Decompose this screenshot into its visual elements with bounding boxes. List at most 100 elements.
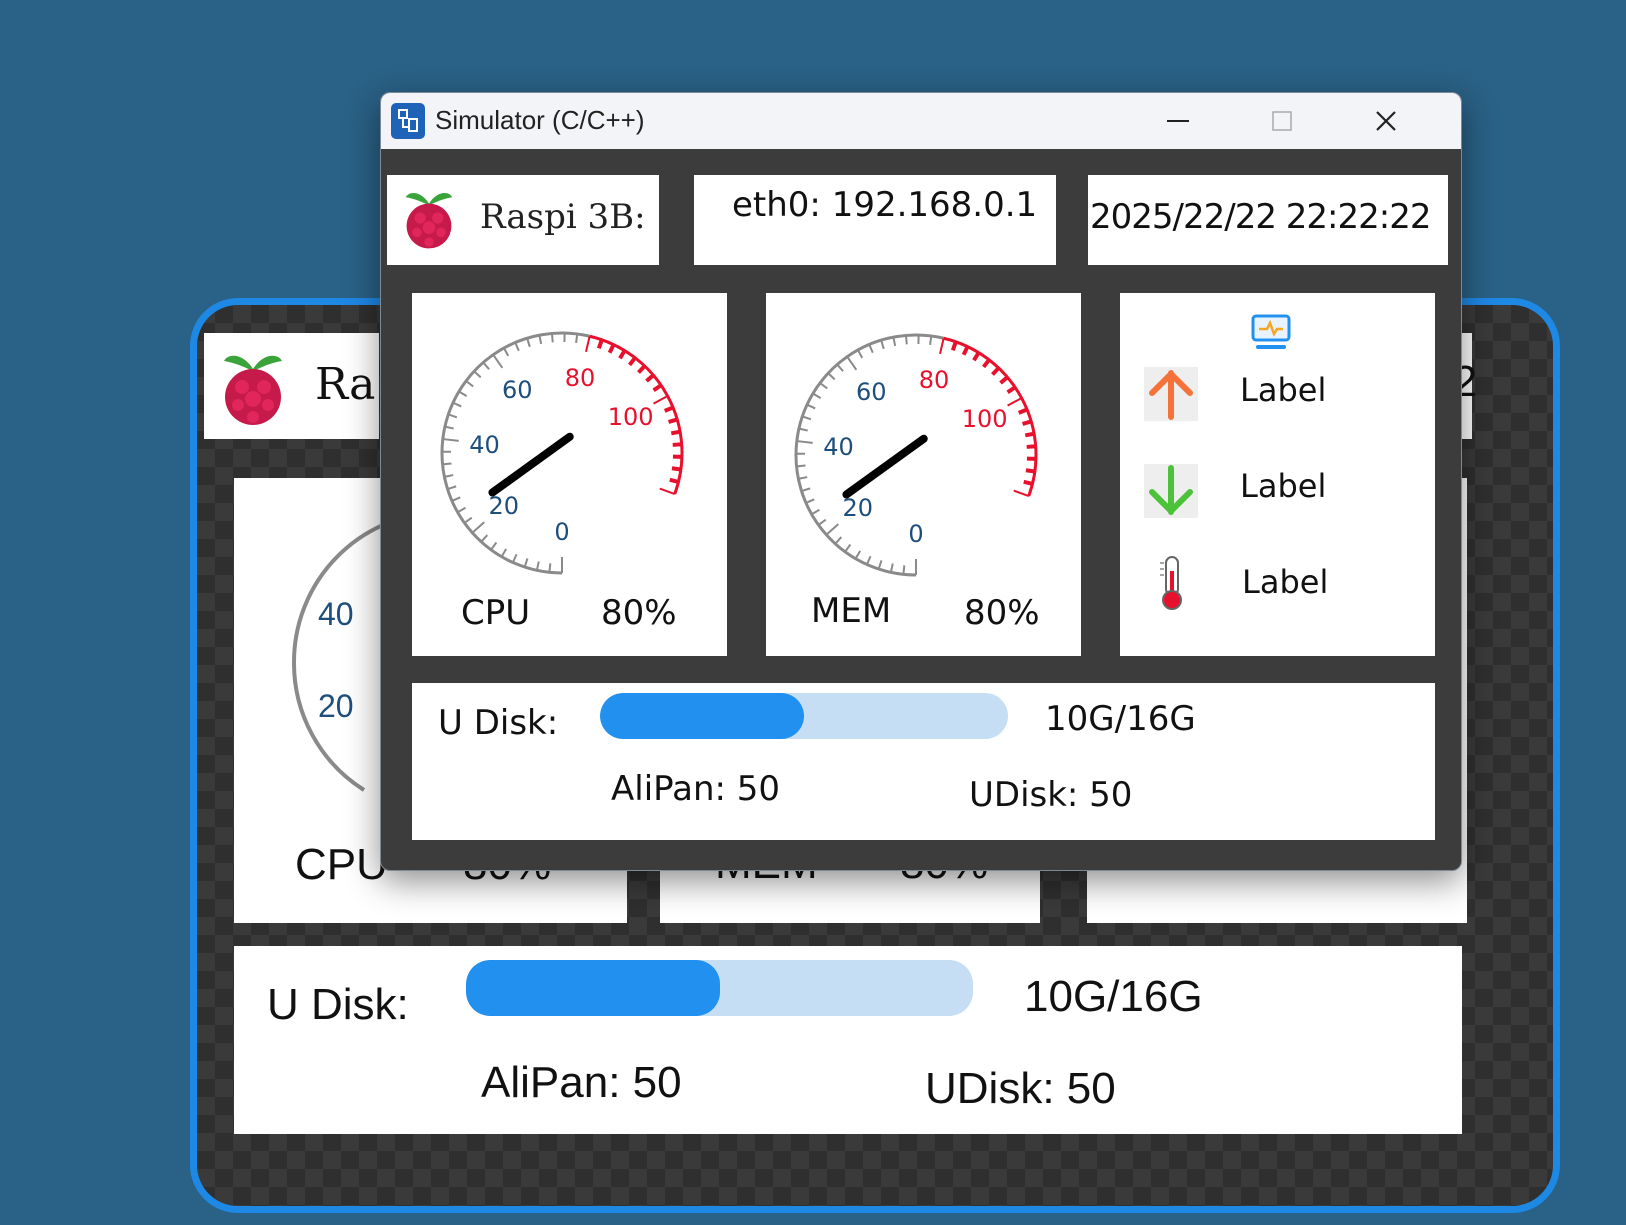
gauge-tick <box>805 498 815 504</box>
gauge-tick <box>671 466 682 472</box>
gauge-tick <box>802 415 812 421</box>
gauge-tick <box>669 477 679 484</box>
gauge-tick <box>865 555 872 565</box>
alipan-label: AliPan: 50 <box>611 769 781 809</box>
gauge-tick <box>637 364 647 374</box>
minimize-button[interactable] <box>1128 93 1228 149</box>
gauge-tick <box>880 339 885 350</box>
gauge-tick <box>819 382 828 390</box>
gauge-tick-label: 100 <box>962 405 1008 433</box>
gauge-tick <box>503 347 510 357</box>
simulator-window: Simulator (C/C++) Raspi 3B: eth0: 192.16… <box>380 92 1462 871</box>
gauge-tick <box>447 485 457 491</box>
gauge-tick <box>490 541 498 551</box>
gauge-tick <box>550 333 554 343</box>
gauge-tick <box>535 561 540 571</box>
gauge-tick <box>458 390 468 397</box>
gauge-tick <box>939 338 945 355</box>
gauge-tick <box>442 462 452 466</box>
gauge-tick <box>889 563 894 573</box>
gauge-tick <box>451 496 461 502</box>
gauge-tick <box>452 401 462 408</box>
mem-percent: 80% <box>964 593 1040 633</box>
gauge-tick <box>1023 479 1033 486</box>
gauge-tick <box>902 565 906 575</box>
bg-disk-bar-fill <box>466 960 720 1016</box>
bg-header-left: Ra <box>204 333 379 439</box>
gauge-needle <box>488 432 574 497</box>
gauge-tick <box>827 372 836 381</box>
bg-gauge-tick-20: 20 <box>318 688 354 724</box>
thermometer-icon <box>1156 555 1188 615</box>
gauge-tick <box>575 333 579 344</box>
raspberry-icon <box>401 185 457 255</box>
gauge-tick <box>463 516 473 524</box>
gauge-tick <box>444 474 454 478</box>
gauge-tick <box>471 521 485 534</box>
disk-usage-bar-fill <box>600 693 804 739</box>
close-button[interactable] <box>1336 93 1436 149</box>
gauge-tick <box>585 336 591 353</box>
gauge-tick <box>836 363 844 372</box>
gauge-tick <box>892 336 897 347</box>
gauge-tick <box>796 440 813 444</box>
gauge-tick <box>442 438 459 442</box>
gauge-tick <box>1022 419 1032 426</box>
cpu-card: 0 20 40 60 80 100 CPU 80% <box>412 293 727 656</box>
gauge-tick <box>812 392 822 399</box>
gauge-tick <box>981 358 991 369</box>
gauge-tick <box>854 550 862 560</box>
udisk-label: UDisk: 50 <box>969 775 1133 815</box>
gauge-tick <box>999 375 1009 385</box>
gauge-tick <box>668 417 678 424</box>
datetime-card: 2025/22/22 22:22:22 <box>1088 175 1448 265</box>
gauge-tick <box>1024 431 1035 438</box>
gauge-tick <box>904 335 908 345</box>
gauge-tick <box>798 427 808 432</box>
bg-disk-card: U Disk: 10G/16G AliPan: 50 UDisk: 50 <box>234 946 1462 1134</box>
maximize-icon <box>1272 111 1292 131</box>
gauge-tick <box>672 442 682 447</box>
gauge-tick <box>627 356 637 367</box>
device-card: Raspi 3B: <box>387 175 659 265</box>
title-bar[interactable]: Simulator (C/C++) <box>381 93 1461 149</box>
bg-gauge-tick-40: 40 <box>318 596 354 632</box>
disk-usage-text: 10G/16G <box>1045 699 1196 739</box>
gauge-tick <box>596 339 604 349</box>
disk-usage-bar <box>600 693 1008 739</box>
gauge-tick-label: 80 <box>565 364 596 392</box>
gauge-tick <box>514 342 520 352</box>
gauge-tick <box>473 370 482 379</box>
gauge-tick <box>1007 397 1023 407</box>
ip-card: eth0: 192.168.0.1 <box>694 175 1056 265</box>
gauge-tick <box>457 506 466 514</box>
gauge-tick <box>653 395 669 405</box>
gauge-tick <box>652 383 663 392</box>
maximize-button[interactable] <box>1232 93 1332 149</box>
gauge-tick <box>465 380 474 388</box>
gauge-tick <box>811 508 820 516</box>
bg-disk-usage: 10G/16G <box>1024 972 1203 1021</box>
gauge-tick <box>659 487 676 495</box>
gauge-tick <box>482 361 490 370</box>
gauge-tick <box>1006 385 1017 394</box>
gauge-tick <box>618 349 627 360</box>
gauge-tick <box>448 413 458 419</box>
gauge-tick <box>929 335 933 346</box>
device-label: Raspi 3B: <box>480 197 646 237</box>
gauge-tick <box>857 349 864 359</box>
gauge-tick <box>607 343 616 354</box>
cpu-percent: 80% <box>601 593 677 633</box>
gauge-tick <box>844 543 852 553</box>
upload-label: Label <box>1240 371 1327 409</box>
temperature-label: Label <box>1242 563 1329 601</box>
gauge-tick <box>991 366 1001 376</box>
gauge-needle <box>842 434 928 499</box>
bg-udisk: UDisk: 50 <box>925 1064 1116 1113</box>
gauge-tick <box>548 563 552 573</box>
gauge-tick <box>801 487 811 493</box>
monitor-icon <box>1250 313 1292 357</box>
gauge-tick <box>523 558 529 568</box>
gauge-tick <box>846 356 858 371</box>
gauge-tick <box>444 425 454 430</box>
